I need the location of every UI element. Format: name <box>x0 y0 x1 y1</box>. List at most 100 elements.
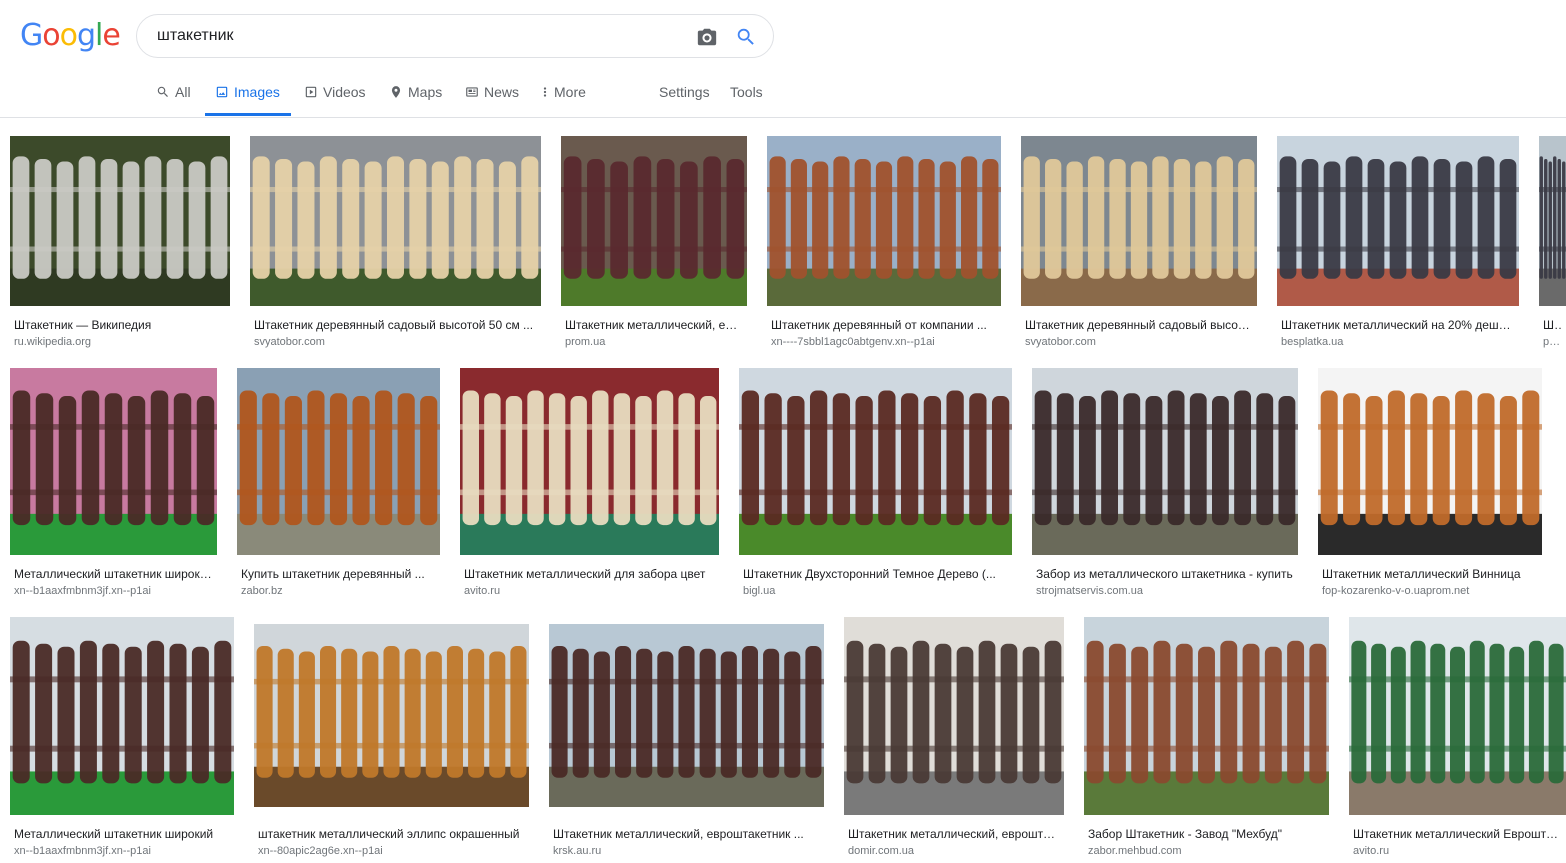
logo-letter: G <box>20 18 43 53</box>
result-title[interactable]: Штакетник деревянный садовый высотой 50 … <box>254 318 537 332</box>
result-thumbnail[interactable] <box>1032 368 1298 555</box>
image-result-tile[interactable]: Штакетник — Википедия ru.wikipedia.org <box>10 136 230 356</box>
image-result-tile[interactable]: Штакетник Двухсторонний Темное Дерево (.… <box>739 368 1012 605</box>
result-title[interactable]: Штакетник металлический, евроштакетник <box>565 318 743 332</box>
result-thumbnail[interactable] <box>10 136 230 306</box>
image-result-tile[interactable]: Штакетник деревянный от компании ... xn--… <box>767 136 1001 356</box>
result-source: avito.ru <box>464 585 501 597</box>
image-result-tile[interactable]: Штакетник деревянный садовый высотой 50 … <box>250 136 541 356</box>
fence-image <box>549 624 824 807</box>
tab-images[interactable]: Images <box>205 78 291 116</box>
search-icon <box>157 86 168 97</box>
result-thumbnail[interactable] <box>1349 617 1566 815</box>
result-title[interactable]: Металлический штакетник широкий <box>14 567 213 581</box>
tab-videos[interactable]: Videos <box>304 78 366 116</box>
result-source: domir.com.ua <box>848 845 915 857</box>
image-result-tile[interactable]: Купить штакетник деревянный ... zabor.bz <box>237 368 440 605</box>
image-result-tile[interactable]: Штакетник металлический на 20% дешевле be… <box>1277 136 1519 356</box>
result-title[interactable]: Штакетник металлический Винница <box>1322 567 1538 581</box>
result-title[interactable]: Штакетник — Википедия <box>14 318 226 332</box>
fence-image <box>250 136 541 306</box>
result-title[interactable]: Купить штакетник деревянный ... <box>241 567 436 581</box>
image-result-tile[interactable]: Забор из металлического штакетника - куп… <box>1032 368 1298 605</box>
result-title[interactable]: Штакетник деревянный садовый высотой <box>1025 318 1253 332</box>
result-title[interactable]: Штакетник металлический на 20% дешевле <box>1281 318 1515 332</box>
image-result-tile[interactable]: Металлический штакетник широкий xn--b1aax… <box>10 617 234 863</box>
tab-label: Maps <box>408 84 443 100</box>
result-title[interactable]: Штакетник металлический, евроштакетник <box>848 827 1060 841</box>
logo-letter: o <box>42 18 60 53</box>
result-title[interactable]: Штакетник металлический, евроштакетник .… <box>553 827 820 841</box>
result-thumbnail[interactable] <box>254 624 529 807</box>
image-result-tile[interactable]: Металлический штакетник широкий xn--b1aax… <box>10 368 217 605</box>
settings-link[interactable]: Settings <box>659 84 710 100</box>
image-result-tile[interactable]: штакетник металлический эллипс окрашенны… <box>254 624 529 863</box>
result-thumbnail[interactable] <box>250 136 541 306</box>
result-thumbnail[interactable] <box>1084 617 1329 815</box>
fence-image <box>460 368 719 555</box>
image-result-tile[interactable]: Штакетник металлический Евроштакетник avi… <box>1349 617 1566 863</box>
result-thumbnail[interactable] <box>1318 368 1542 555</box>
result-title[interactable]: Штакетник металлический Евроштакетник <box>1353 827 1562 841</box>
result-title[interactable]: Забор Штакетник - Завод "Мехбуд" <box>1088 827 1325 841</box>
image-result-tile[interactable]: Штакетник металлический, евроштакетник pr… <box>561 136 747 356</box>
result-title[interactable]: Штакетник Двухсторонний Темное Дерево (.… <box>743 567 1008 581</box>
result-thumbnail[interactable] <box>844 617 1064 815</box>
image-result-tile[interactable]: Штакетник металлический, евроштакетник .… <box>549 624 824 863</box>
result-title[interactable]: Штакетник металлический для забора цвет <box>464 567 715 581</box>
more-vert-icon <box>543 87 547 97</box>
result-title[interactable]: Штакетник деревянный от компании ... <box>771 318 997 332</box>
result-title[interactable]: Штакетник <box>1543 318 1562 332</box>
tab-label: Images <box>234 84 280 100</box>
tab-label: More <box>554 84 586 100</box>
image-result-tile[interactable]: Забор Штакетник - Завод "Мехбуд" zabor.me… <box>1084 617 1329 863</box>
result-thumbnail[interactable] <box>460 368 719 555</box>
tab-news[interactable]: News <box>465 78 519 116</box>
search-icon[interactable] <box>735 26 757 48</box>
google-logo[interactable]: Google <box>20 14 121 58</box>
image-result-tile[interactable]: Штакетник металлический для забора цвет a… <box>460 368 719 605</box>
fence-image <box>561 136 747 306</box>
result-thumbnail[interactable] <box>10 368 217 555</box>
result-source: prom.ua <box>565 336 606 348</box>
image-result-tile[interactable]: Штакетник деревянный садовый высотой svya… <box>1021 136 1257 356</box>
fence-image <box>237 368 440 555</box>
result-source: svyatobor.com <box>254 336 325 348</box>
result-thumbnail[interactable] <box>1277 136 1519 306</box>
newspaper-icon <box>466 87 478 97</box>
result-title[interactable]: Забор из металлического штакетника - куп… <box>1036 567 1294 581</box>
search-box <box>136 14 774 58</box>
result-thumbnail[interactable] <box>767 136 1001 306</box>
result-title[interactable]: штакетник металлический эллипс окрашенны… <box>258 827 525 841</box>
image-result-tile[interactable]: Штакетник prom.ua <box>1539 136 1566 356</box>
search-input[interactable] <box>157 15 677 57</box>
result-thumbnail[interactable] <box>1021 136 1257 306</box>
fence-image <box>1318 368 1542 555</box>
result-thumbnail[interactable] <box>549 624 824 807</box>
fence-image <box>254 624 529 807</box>
result-source: ru.wikipedia.org <box>14 336 92 348</box>
tab-label: Videos <box>323 84 366 100</box>
tab-label: News <box>484 84 520 100</box>
result-source: zabor.bz <box>241 585 283 597</box>
result-thumbnail[interactable] <box>10 617 234 815</box>
result-source: xn----7sbbl1agc0abtgenv.xn--p1ai <box>771 336 935 348</box>
tools-link[interactable]: Tools <box>730 84 763 100</box>
tab-all[interactable]: All <box>156 78 191 116</box>
search-tabs: All Images Videos Maps News More Setting… <box>0 78 1566 117</box>
image-result-tile[interactable]: Штакетник металлический Винница fop-kozar… <box>1318 368 1542 605</box>
tab-maps[interactable]: Maps <box>389 78 442 116</box>
image-result-tile[interactable]: Штакетник металлический, евроштакетник do… <box>844 617 1064 863</box>
result-thumbnail[interactable] <box>237 368 440 555</box>
result-source: avito.ru <box>1353 845 1390 857</box>
fence-image <box>10 368 217 555</box>
map-pin-icon <box>391 86 401 98</box>
result-thumbnail[interactable] <box>561 136 747 306</box>
tab-more[interactable]: More <box>541 78 586 116</box>
result-source: fop-kozarenko-v-o.uaprom.net <box>1322 585 1470 597</box>
result-title[interactable]: Металлический штакетник широкий <box>14 827 230 841</box>
fence-image <box>10 617 234 815</box>
result-thumbnail[interactable] <box>739 368 1012 555</box>
camera-icon[interactable] <box>696 26 718 48</box>
result-thumbnail[interactable] <box>1539 136 1566 306</box>
